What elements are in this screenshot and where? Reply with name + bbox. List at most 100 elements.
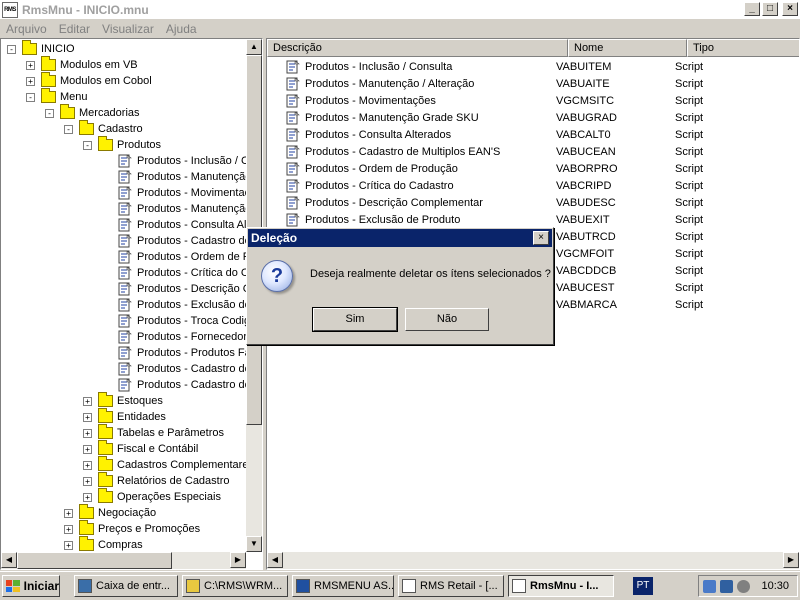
expand-icon[interactable]: +: [64, 540, 73, 550]
tree-node[interactable]: Produtos - Cadastro de Multiplos EAN'S: [102, 233, 246, 249]
tree-node[interactable]: + Tabelas e Parâmetros: [83, 424, 224, 441]
list-scroll-left-button[interactable]: ◀: [267, 552, 283, 568]
expand-icon[interactable]: +: [64, 524, 73, 534]
collapse-icon[interactable]: -: [45, 108, 54, 118]
tree-node[interactable]: + Preços e Promoções: [64, 520, 201, 537]
folder-icon: [98, 472, 113, 487]
tree-node[interactable]: + Entidades: [83, 408, 166, 425]
collapse-icon[interactable]: -: [64, 124, 73, 134]
list-item[interactable]: Produtos - Manutenção Grade SKU VABUGRAD S…: [267, 109, 787, 126]
no-button[interactable]: Não: [405, 308, 489, 331]
collapse-icon[interactable]: -: [7, 44, 16, 54]
tree-node[interactable]: Produtos - Cadastro de: [102, 361, 246, 377]
minimize-button[interactable]: _: [744, 2, 760, 16]
list-item-description: Produtos - Movimentações: [267, 93, 553, 108]
list-horizontal-scrollbar[interactable]: ◀ ▶: [267, 552, 799, 569]
tree-node[interactable]: Produtos - Ordem de Produção: [102, 249, 246, 265]
menu-ajuda[interactable]: Ajuda: [160, 22, 203, 36]
list-scroll-right-button[interactable]: ▶: [783, 552, 799, 568]
tree-node[interactable]: Produtos - Inclusão / Consulta: [102, 153, 246, 169]
expand-icon[interactable]: +: [83, 412, 92, 422]
expand-icon[interactable]: +: [83, 476, 92, 486]
expand-icon[interactable]: +: [83, 444, 92, 454]
yes-button[interactable]: Sim: [312, 307, 398, 332]
tree-node[interactable]: Produtos - Produtos Fa: [102, 345, 246, 361]
expand-icon[interactable]: +: [83, 428, 92, 438]
tree-node[interactable]: + Cadastros Complementares: [83, 456, 246, 473]
list-item[interactable]: Produtos - Movimentações VGCMSITC Script: [267, 92, 787, 109]
tree-node[interactable]: + Negociação: [64, 504, 156, 521]
list-item-type: Script: [675, 213, 704, 226]
tree-node[interactable]: + Modulos em VB: [26, 56, 138, 73]
menu-arquivo[interactable]: Arquivo: [0, 22, 53, 36]
tree-node[interactable]: + Modulos em Cobol: [26, 72, 152, 89]
expand-icon[interactable]: +: [83, 396, 92, 406]
taskbar-button[interactable]: Caixa de entr...: [74, 575, 178, 597]
list-item[interactable]: Produtos - Ordem de Produção VABORPRO Scri…: [267, 160, 787, 177]
tree-node[interactable]: Produtos - Exclusão de Produto: [102, 297, 246, 313]
list-item[interactable]: Produtos - Inclusão / Consulta VABUITEM Sc…: [267, 58, 787, 75]
tree-node[interactable]: + Operações Especiais: [83, 488, 221, 505]
column-header-nome[interactable]: Nome: [568, 39, 687, 57]
collapse-icon[interactable]: -: [83, 140, 92, 150]
expand-icon[interactable]: +: [83, 492, 92, 502]
list-item[interactable]: Produtos - Manutenção / Alteração VABUAIT…: [267, 75, 787, 92]
tree-node[interactable]: Produtos - Crítica do Cadastro: [102, 265, 246, 281]
tree-node[interactable]: Produtos - Descrição Complementar: [102, 281, 246, 297]
clock[interactable]: 10:30: [761, 580, 789, 592]
hscroll-thumb[interactable]: [17, 552, 172, 569]
tree-node[interactable]: - INICIO: [7, 40, 75, 57]
start-button[interactable]: Iniciar: [2, 575, 60, 597]
list-item[interactable]: Produtos - Crítica do Cadastro VABCRIPD Sc…: [267, 177, 787, 194]
menu-visualizar[interactable]: Visualizar: [96, 22, 160, 36]
language-indicator[interactable]: PT: [633, 577, 653, 595]
tree-node-label: Preços e Promoções: [98, 523, 201, 535]
tree-node[interactable]: - Cadastro: [64, 120, 143, 137]
scroll-left-button[interactable]: ◀: [1, 552, 17, 568]
dialog-close-button[interactable]: ×: [533, 231, 549, 245]
tree-horizontal-scrollbar[interactable]: ◀ ▶: [1, 552, 246, 569]
tree-node[interactable]: + Fiscal e Contábil: [83, 440, 198, 457]
collapse-icon[interactable]: -: [26, 92, 35, 102]
monitor-icon[interactable]: [720, 579, 733, 593]
column-header-tipo[interactable]: Tipo: [687, 39, 799, 57]
tree-node[interactable]: + Estoques: [83, 392, 163, 409]
taskbar-button[interactable]: RMS Retail - [...: [398, 575, 504, 597]
maximize-button[interactable]: □: [762, 2, 778, 16]
expand-icon[interactable]: +: [83, 460, 92, 470]
list-item[interactable]: Produtos - Descrição Complementar VABUDES…: [267, 194, 787, 211]
taskbar-button[interactable]: RMSMENU AS...: [292, 575, 394, 597]
tree-node[interactable]: Produtos - Fornecedor: [102, 329, 246, 345]
tree-node[interactable]: + Relatórios de Cadastro: [83, 472, 230, 489]
tree-node[interactable]: - Produtos: [83, 136, 161, 153]
tree-node[interactable]: Produtos - Cadastro de: [102, 377, 246, 393]
list-item-name: VABCDDCB: [556, 264, 617, 277]
tree-node[interactable]: - Menu: [26, 88, 88, 105]
scroll-up-button[interactable]: ▲: [246, 39, 262, 55]
scroll-right-button[interactable]: ▶: [230, 552, 246, 568]
tree-node[interactable]: + Compras: [64, 536, 143, 552]
taskbar-button[interactable]: RmsMnu - I...: [508, 575, 614, 597]
close-button[interactable]: ×: [782, 2, 798, 16]
script-icon: [117, 346, 133, 360]
tree-node[interactable]: Produtos - Consulta Alterados: [102, 217, 246, 233]
list-item-name: VABUAITE: [556, 77, 610, 90]
expand-icon[interactable]: +: [26, 76, 35, 86]
tree-node[interactable]: Produtos - Manutenção / Alteração: [102, 169, 246, 185]
menu-editar[interactable]: Editar: [53, 22, 96, 36]
list-item[interactable]: Produtos - Cadastro de Multiplos EAN'S VA…: [267, 143, 787, 160]
tree-node[interactable]: Produtos - Troca Codigo: [102, 313, 246, 329]
expand-icon[interactable]: +: [26, 60, 35, 70]
tree-node[interactable]: Produtos - Manutenção Grade SKU: [102, 201, 246, 217]
tree-node[interactable]: Produtos - Movimentações: [102, 185, 246, 201]
expand-icon[interactable]: +: [64, 508, 73, 518]
network-icon[interactable]: [703, 579, 716, 593]
tree-node-label: Produtos - Descrição Complementar: [137, 283, 246, 295]
list-item[interactable]: Produtos - Exclusão de Produto VABUEXIT Sc…: [267, 211, 787, 228]
list-item[interactable]: Produtos - Consulta Alterados VABCALT0 Scr…: [267, 126, 787, 143]
scroll-down-button[interactable]: ▼: [246, 536, 262, 552]
volume-icon[interactable]: [737, 579, 750, 593]
column-header-descricao[interactable]: Descrição: [267, 39, 568, 57]
tree-node[interactable]: - Mercadorias: [45, 104, 140, 121]
taskbar-button[interactable]: C:\RMS\WRM...: [182, 575, 288, 597]
